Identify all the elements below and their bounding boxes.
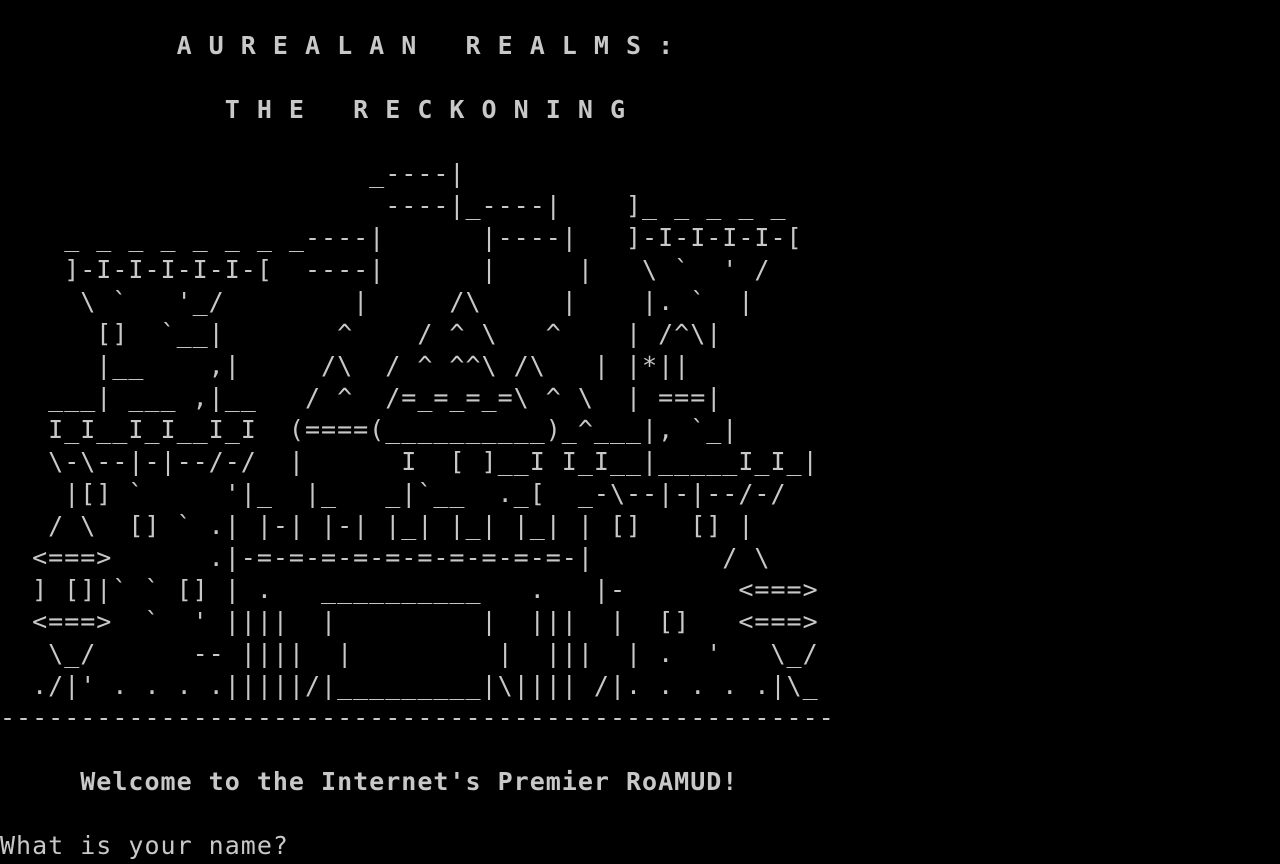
ascii-art-line: I_I__I_I__I_I (====(__________)_^___|, `… [0, 415, 739, 444]
ascii-art-line: \-\--|-|--/-/ | I [ ]__I I_I__|_____I_I_… [0, 447, 819, 476]
ascii-art-line: / \ [] ` .| |-| |-| |_| |_| |_| | [] [] … [0, 511, 755, 540]
terminal-screen: A U R E A L A N R E A L M S : T H E R E … [0, 0, 1280, 864]
welcome-message: Welcome to the Internet's Premier RoAMUD… [0, 767, 739, 796]
ascii-art-line: <===> .|-=-=-=-=-=-=-=-=-=-=-| / \ [0, 543, 771, 572]
ascii-art-line: \_/ -- |||| | | ||| | . ' \_/ [0, 639, 819, 668]
ascii-art-line: ./|' . . . .|||||/|_________|\|||| /|. .… [0, 671, 819, 700]
ascii-art-line: ] []|` ` [] | . __________ . |- <===> [0, 575, 819, 604]
ascii-art-line: \ ` '_/ | /\ | |. ` | [0, 287, 755, 316]
ascii-art-line: |[] ` '|_ |_ _|`__ ._[ _-\--|-|--/-/ [0, 479, 787, 508]
ascii-art-line: [] `__| ^ / ^ \ ^ | /^\| [0, 319, 723, 348]
ascii-art-line: |__ ,| /\ / ^ ^^\ /\ | |*|| [0, 351, 691, 380]
ascii-art-line: ]-I-I-I-I-I-[ ----| | | \ ` ' / [0, 255, 771, 284]
game-title: A U R E A L A N R E A L M S : [0, 31, 675, 60]
ascii-art-line: ___| ___ ,|__ / ^ /=_=_=_=\ ^ \ | ===| [0, 383, 723, 412]
ascii-art-line: ----|_----| ]_ _ _ _ _ [0, 191, 787, 220]
ascii-art-line: _----| [0, 159, 466, 188]
separator-line: ----------------------------------------… [0, 703, 835, 732]
name-prompt[interactable]: What is your name? [0, 830, 289, 862]
ascii-art-line: _ _ _ _ _ _ _ _----| |----| ]-I-I-I-I-[ [0, 223, 803, 252]
ascii-art-line: <===> ` ' |||| | | ||| | [] <===> [0, 607, 819, 636]
game-subtitle: T H E R E C K O N I N G [0, 95, 626, 124]
